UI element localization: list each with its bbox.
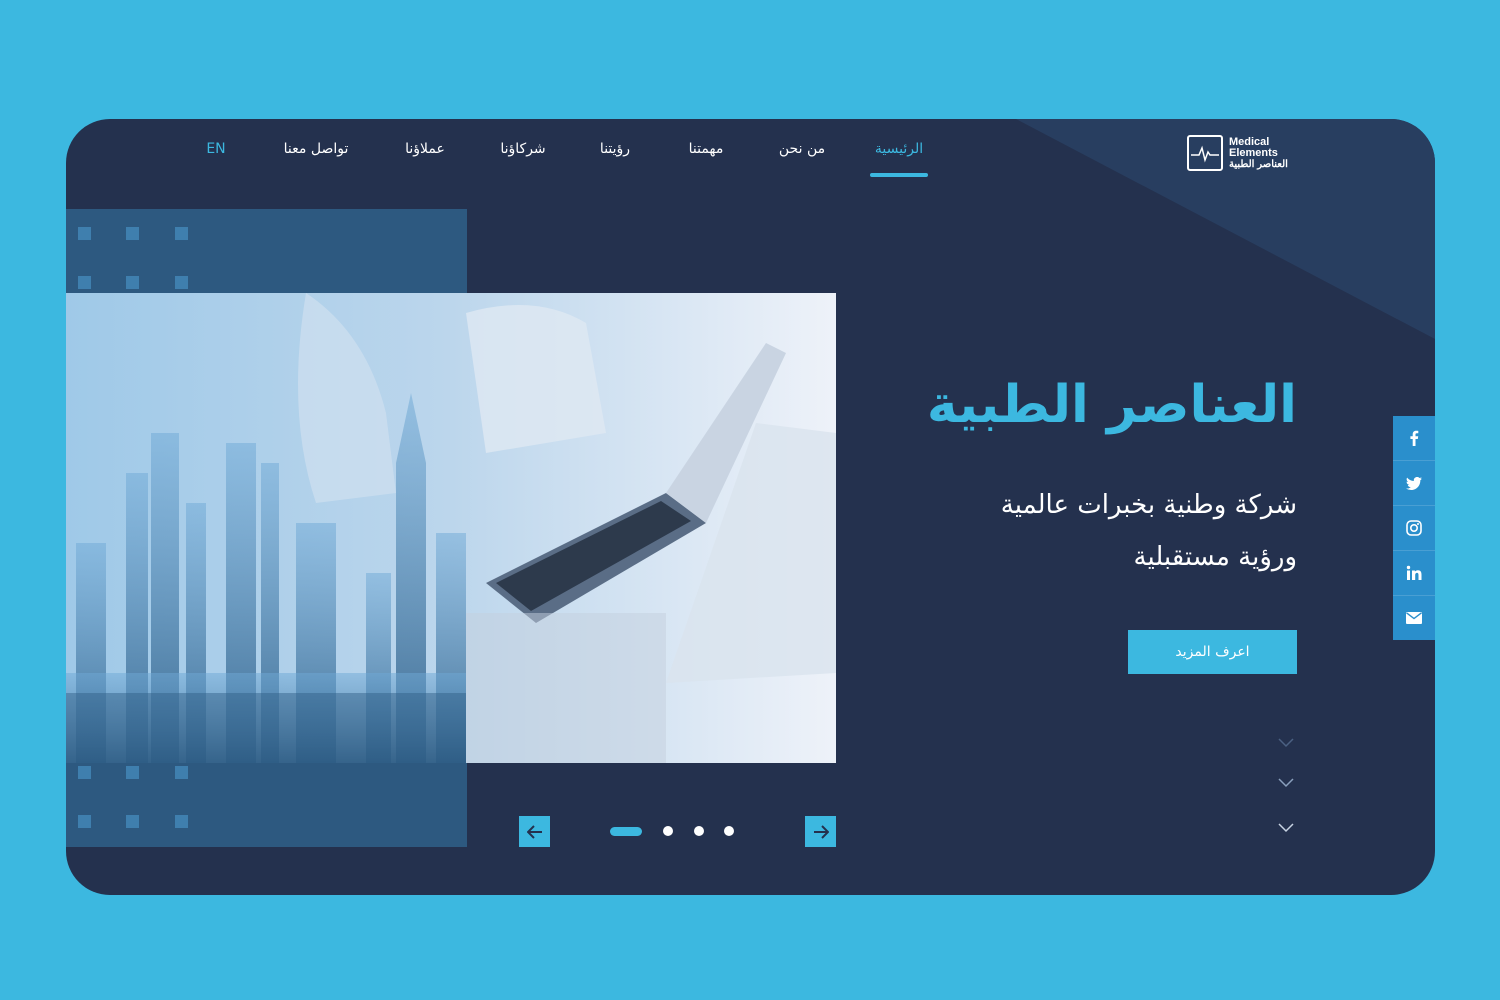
slider-next-button[interactable] — [805, 816, 836, 847]
slider-prev-button[interactable] — [519, 816, 550, 847]
language-switch[interactable]: EN — [206, 141, 225, 157]
hero-subtitle-line-2: ورؤية مستقبلية — [1133, 542, 1297, 572]
chevron-down-icon[interactable] — [1278, 738, 1294, 748]
nav-vision[interactable]: رؤيتنا — [600, 141, 630, 157]
hero-subtitle: شركة وطنية بخبرات عالمية ورؤية مستقبلية — [877, 479, 1297, 583]
main-nav: الرئيسية من نحن مهمتنا رؤيتنا شركاؤنا عم… — [66, 141, 1435, 181]
linkedin-link[interactable] — [1393, 551, 1435, 595]
mail-link[interactable] — [1393, 596, 1435, 640]
twitter-icon — [1406, 476, 1422, 490]
hero-title: العناصر الطبية — [926, 375, 1297, 435]
instagram-icon — [1406, 520, 1422, 536]
facebook-link[interactable] — [1393, 416, 1435, 460]
chevron-down-icon[interactable] — [1278, 778, 1294, 788]
nav-active-indicator — [870, 173, 928, 177]
nav-clients[interactable]: عملاؤنا — [405, 141, 445, 157]
nav-contact[interactable]: تواصل معنا — [284, 141, 349, 157]
linkedin-icon — [1406, 565, 1422, 580]
mail-icon — [1406, 612, 1422, 624]
nav-mission[interactable]: مهمتنا — [689, 141, 724, 157]
instagram-link[interactable] — [1393, 506, 1435, 550]
facebook-icon — [1410, 430, 1419, 446]
hero-image — [66, 293, 836, 763]
chevron-down-icon[interactable] — [1278, 823, 1294, 833]
slider-dot[interactable] — [663, 826, 673, 836]
twitter-link[interactable] — [1393, 461, 1435, 505]
nav-about[interactable]: من نحن — [779, 141, 825, 157]
learn-more-button[interactable]: اعرف المزيد — [1128, 630, 1297, 674]
arrow-left-icon — [526, 824, 542, 839]
slider-dot[interactable] — [694, 826, 704, 836]
nav-home[interactable]: الرئيسية — [875, 141, 923, 157]
site-card: Medical Elements العناصر الطبية الرئيسية… — [66, 119, 1435, 895]
slider-dot[interactable] — [724, 826, 734, 836]
social-bar — [1393, 416, 1435, 640]
slider-dot-active[interactable] — [610, 827, 642, 836]
arrow-right-icon — [813, 824, 829, 839]
hero-subtitle-line-1: شركة وطنية بخبرات عالمية — [1000, 490, 1297, 520]
nav-partners[interactable]: شركاؤنا — [500, 141, 545, 157]
